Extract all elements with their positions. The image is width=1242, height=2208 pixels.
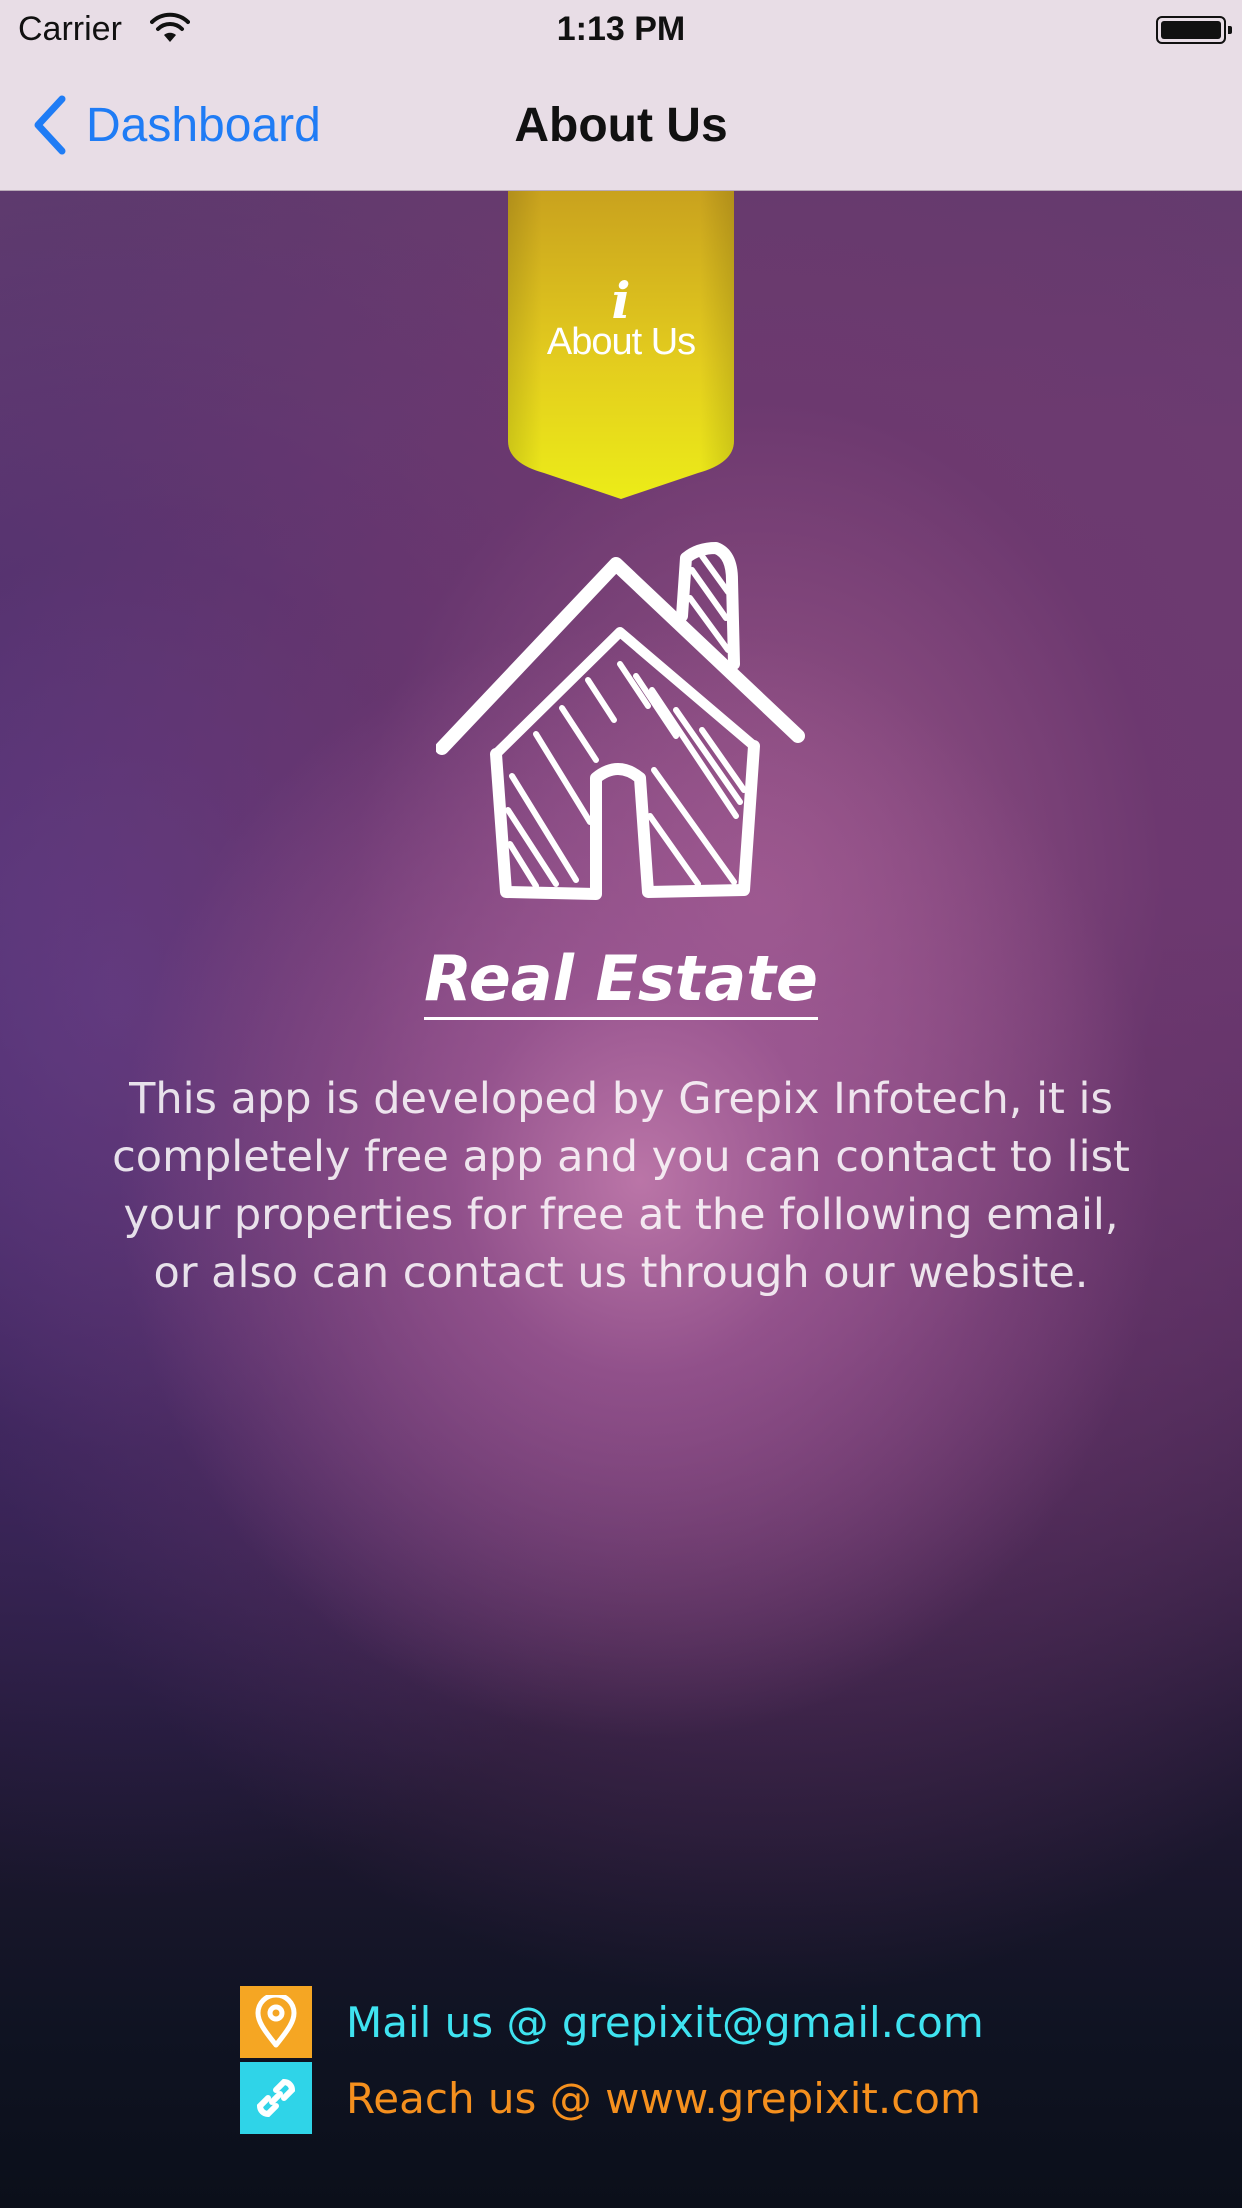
link-icon [240,2062,312,2134]
about-description: This app is developed by Grepix Infotech… [112,1074,1130,1298]
about-us-ribbon: i About Us [508,191,734,499]
brand-title: Real Estate [0,942,1242,1020]
navigation-bar: Dashboard About Us [0,60,1242,191]
status-bar: Carrier 1:13 PM [0,0,1242,60]
clock-time: 1:13 PM [556,10,686,48]
house-icon [435,540,806,910]
ribbon-label: About Us [546,321,696,363]
location-pin-icon [240,1986,312,2058]
mail-contact-link[interactable]: Mail us @ grepixit@gmail.com [240,1986,984,2058]
website-contact-link[interactable]: Reach us @ www.grepixit.com [240,2062,981,2134]
page-title: About Us [514,99,728,152]
brand-title-text: Real Estate [424,942,818,1020]
website-contact-label: Reach us @ www.grepixit.com [346,2073,981,2123]
battery-icon [1156,16,1232,44]
mail-contact-label: Mail us @ grepixit@gmail.com [346,1997,984,2047]
